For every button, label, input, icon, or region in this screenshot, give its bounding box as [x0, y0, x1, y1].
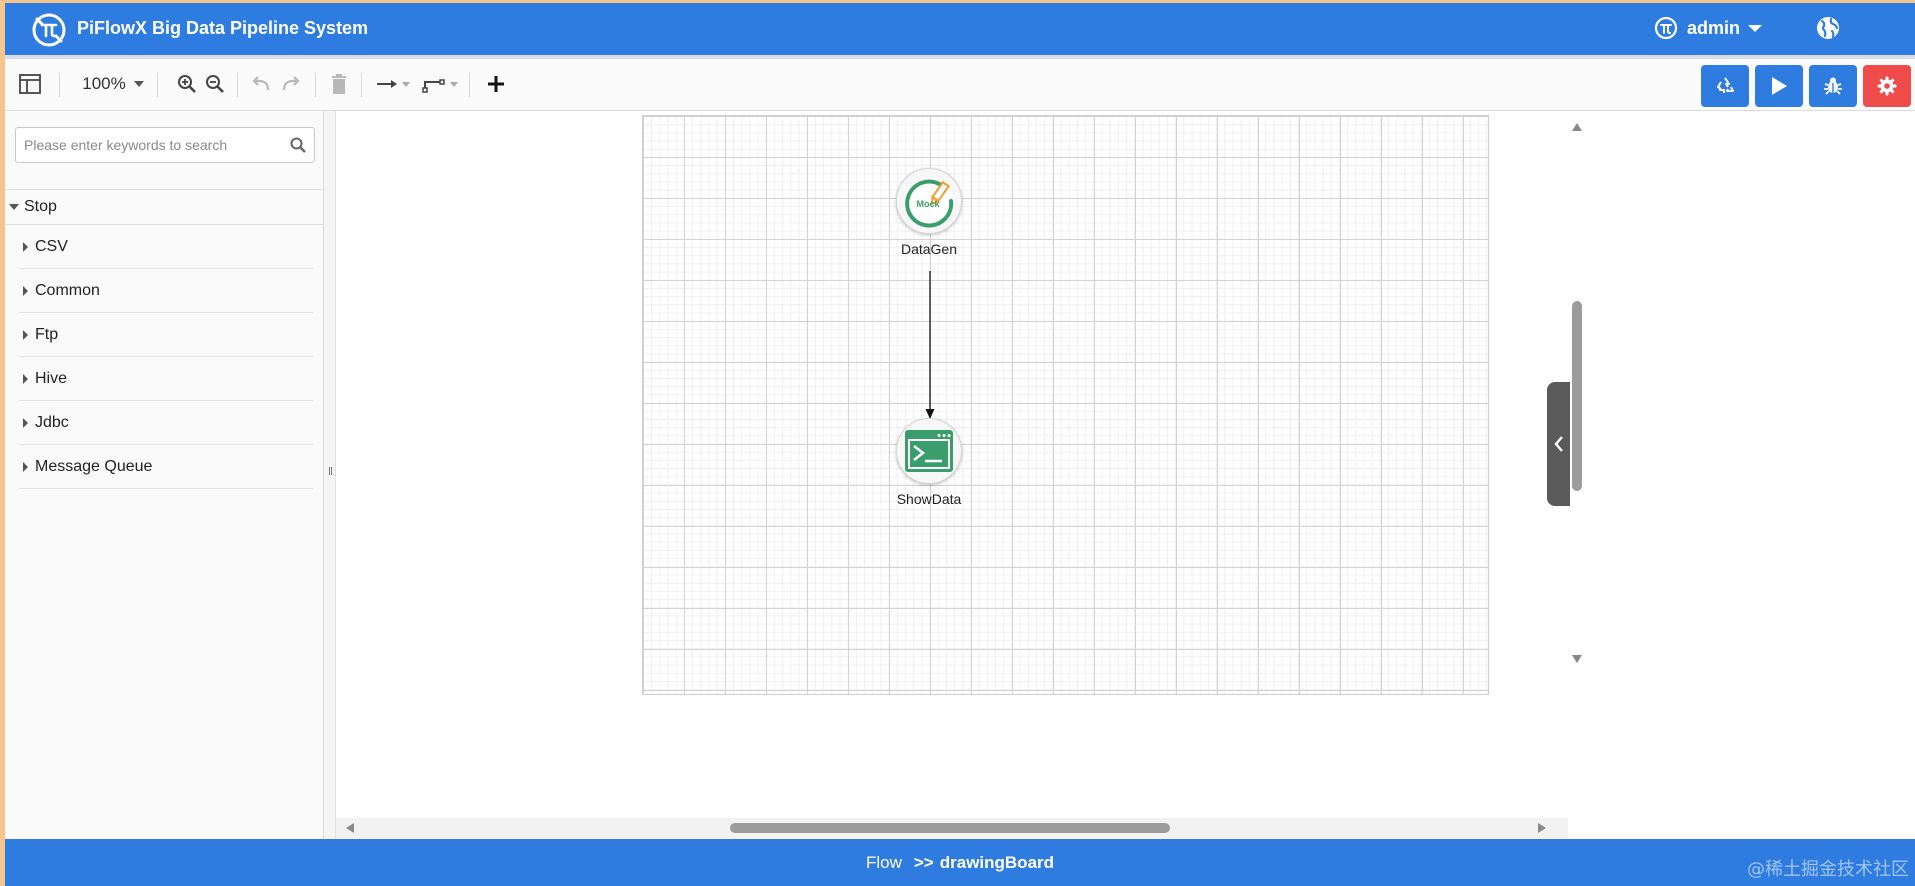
recycle-icon: [1717, 77, 1734, 93]
scroll-up-arrow-icon[interactable]: [1572, 123, 1582, 131]
redo-button[interactable]: [279, 69, 303, 99]
debug-icon: [1824, 77, 1842, 95]
toolbar-divider: [361, 73, 362, 97]
toolbar-divider: [59, 73, 60, 97]
user-logo-icon: [1654, 16, 1678, 40]
app-window: PiFlowX Big Data Pipeline System admin 1…: [5, 3, 1915, 886]
connection-arrow-icon: [377, 80, 397, 88]
toolbar-divider: [315, 73, 316, 97]
vertical-scrollbar[interactable]: [1568, 111, 1587, 671]
node-showdata[interactable]: [896, 418, 962, 484]
toolbar: 100%: [5, 59, 1915, 111]
sidebar-splitter[interactable]: [324, 111, 336, 839]
app-title: PiFlowX Big Data Pipeline System: [77, 18, 369, 38]
settings-button[interactable]: [1863, 65, 1911, 107]
connection-style-dropdown[interactable]: [373, 69, 413, 99]
category-label: Message Queue: [35, 457, 153, 475]
node-datagen[interactable]: Mock: [896, 168, 962, 234]
drawing-canvas[interactable]: Mock DataGen ShowData: [336, 111, 1915, 839]
format-panel-button[interactable]: [15, 69, 45, 99]
settings-icon: [1877, 76, 1897, 96]
caret-right-icon: [23, 329, 28, 340]
footer-breadcrumb: Flow >> drawingBoard: [5, 839, 1915, 886]
category-list: CSV Common Ftp Hive Jdbc Message Queue: [19, 225, 313, 489]
recycle-button[interactable]: [1701, 65, 1749, 107]
category-label: CSV: [35, 237, 68, 255]
format-panel-toggle[interactable]: [1547, 382, 1570, 506]
scroll-down-arrow-icon[interactable]: [1572, 655, 1582, 663]
category-label: Hive: [35, 369, 68, 387]
chevron-down-icon: [402, 81, 410, 87]
zoom-out-icon: [206, 75, 224, 93]
terminal-icon: [905, 430, 953, 472]
group-label: Stop: [24, 198, 57, 215]
caret-right-icon: [23, 461, 28, 472]
chevron-down-icon: [133, 81, 144, 87]
category-item-message-queue[interactable]: Message Queue: [19, 445, 313, 489]
format-panel-icon: [19, 74, 41, 94]
waypoint-icon: [422, 79, 445, 93]
category-label: Jdbc: [35, 413, 69, 431]
toolbar-divider: [157, 73, 158, 97]
group-header-stop[interactable]: Stop: [5, 189, 324, 225]
pi-flow-logo-icon[interactable]: [29, 10, 69, 50]
undo-button[interactable]: [249, 69, 273, 99]
scroll-right-arrow-icon[interactable]: [1538, 823, 1546, 833]
horizontal-scrollbar[interactable]: [336, 818, 1568, 838]
zoom-dropdown[interactable]: 100%: [77, 69, 149, 99]
run-icon: [1772, 77, 1787, 95]
toolbar-divider: [237, 73, 238, 97]
redo-icon: [282, 76, 300, 91]
search-input[interactable]: [16, 128, 286, 162]
category-item-common[interactable]: Common: [19, 269, 313, 313]
delete-icon: [332, 74, 346, 94]
zoom-in-icon: [178, 75, 196, 93]
breadcrumb-flow-link[interactable]: Flow: [866, 853, 902, 873]
header-bar: PiFlowX Big Data Pipeline System admin: [5, 3, 1915, 55]
debug-button[interactable]: [1809, 65, 1857, 107]
category-label: Ftp: [35, 325, 59, 343]
chevron-left-icon: [1553, 436, 1563, 452]
watermark: @稀土掘金技术社区: [1747, 859, 1909, 880]
zoom-level: 100%: [82, 74, 126, 93]
vertical-scroll-thumb[interactable]: [1572, 301, 1582, 491]
caret-right-icon: [23, 285, 28, 296]
component-sidebar: Stop CSV Common Ftp Hive Jdbc: [5, 111, 324, 839]
caret-right-icon: [23, 417, 28, 428]
globe-icon[interactable]: [1815, 15, 1841, 41]
zoom-out-button[interactable]: [203, 69, 227, 99]
category-item-hive[interactable]: Hive: [19, 357, 313, 401]
add-icon: [488, 76, 504, 92]
category-item-ftp[interactable]: Ftp: [19, 313, 313, 357]
category-label: Common: [35, 281, 100, 299]
caret-right-icon: [23, 373, 28, 384]
chevron-down-icon: [450, 81, 458, 87]
chevron-down-icon: [1748, 24, 1763, 32]
canvas-grid-page: [642, 115, 1489, 695]
waypoint-style-dropdown[interactable]: [419, 69, 461, 99]
scroll-left-arrow-icon[interactable]: [346, 823, 354, 833]
add-button[interactable]: [481, 69, 511, 99]
caret-down-icon: [9, 204, 19, 210]
horizontal-scroll-thumb[interactable]: [730, 823, 1170, 833]
node-label-datagen: DataGen: [900, 241, 958, 257]
user-name: admin: [1687, 17, 1741, 38]
search-icon[interactable]: [290, 137, 306, 153]
category-item-jdbc[interactable]: Jdbc: [19, 401, 313, 445]
category-item-csv[interactable]: CSV: [19, 225, 313, 269]
user-menu[interactable]: admin: [1653, 13, 1763, 43]
zoom-in-button[interactable]: [175, 69, 199, 99]
search-box: [15, 127, 315, 163]
caret-right-icon: [23, 241, 28, 252]
breadcrumb-separator: >>: [913, 852, 934, 872]
undo-icon: [252, 76, 270, 91]
mock-pencil-icon: Mock: [905, 177, 954, 228]
mock-badge: Mock: [916, 199, 940, 209]
node-label-showdata: ShowData: [896, 491, 962, 507]
run-button[interactable]: [1755, 65, 1803, 107]
drag-handle-icon: [329, 467, 332, 475]
delete-button[interactable]: [327, 69, 351, 99]
toolbar-divider: [469, 73, 470, 97]
breadcrumb-current: drawingBoard: [939, 852, 1055, 872]
